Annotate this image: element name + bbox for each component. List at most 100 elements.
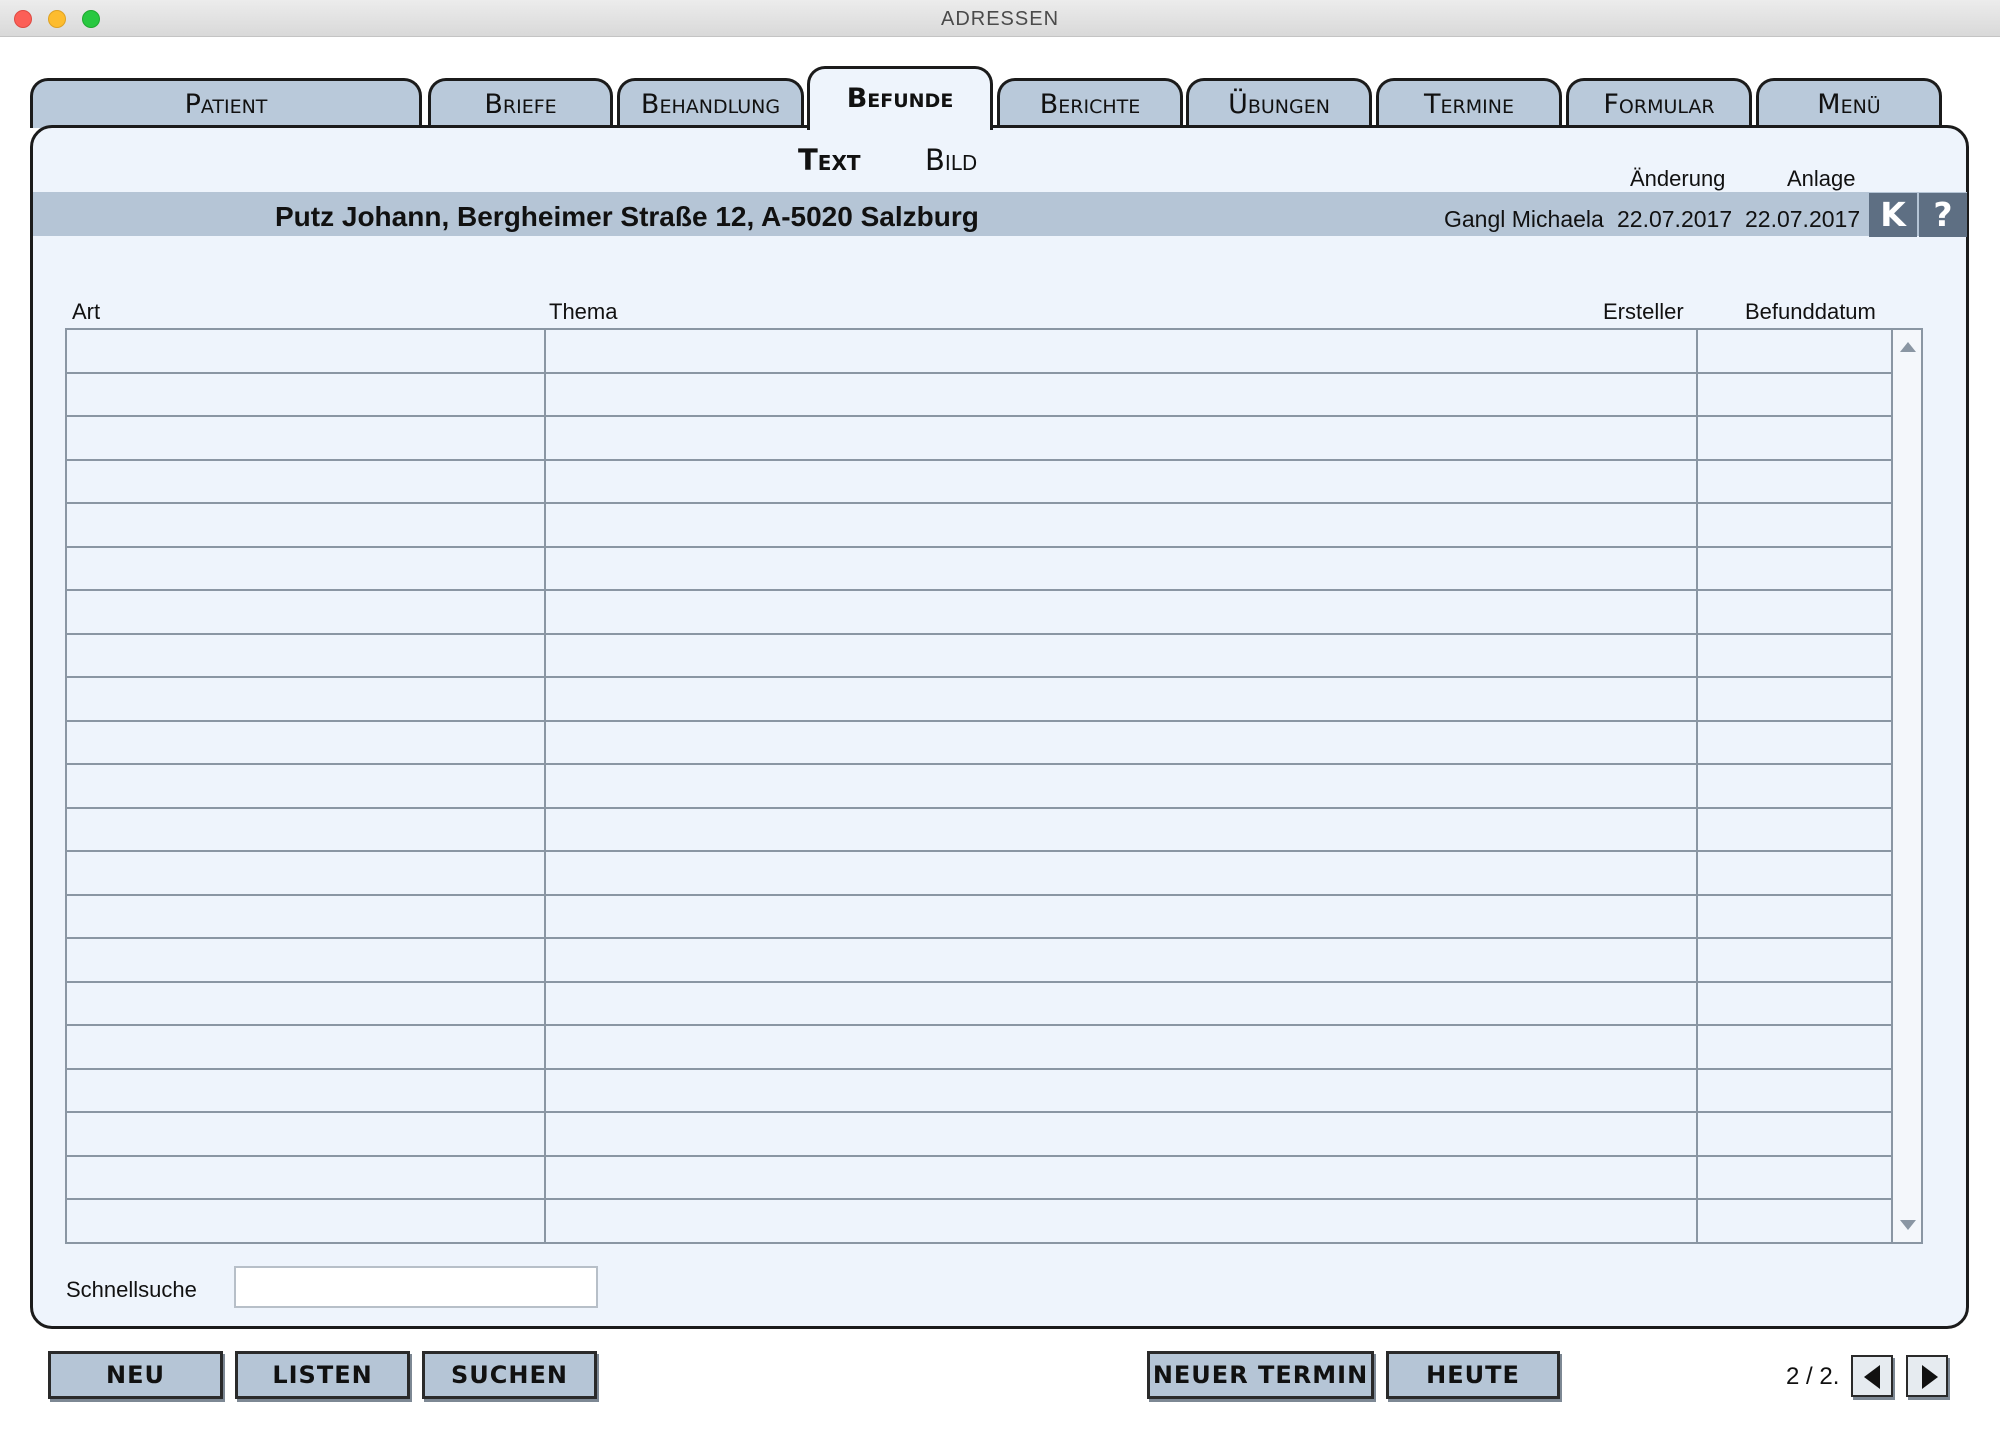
table-cell[interactable] [67, 1069, 546, 1111]
listen-button[interactable]: LISTEN [235, 1351, 410, 1399]
table-cell[interactable] [67, 721, 546, 763]
chevron-down-icon[interactable] [1900, 1220, 1916, 1230]
table-row[interactable] [67, 373, 1893, 417]
table-cell[interactable] [1698, 1157, 1893, 1199]
column-header-thema[interactable]: Thema [549, 299, 617, 325]
table-cell[interactable] [1698, 591, 1893, 633]
table-cell[interactable] [1698, 330, 1893, 372]
table-cell[interactable] [546, 808, 1698, 850]
table-row[interactable] [67, 547, 1893, 591]
tab-behandlung[interactable]: Behandlung [617, 78, 804, 128]
table-cell[interactable] [67, 1026, 546, 1068]
prev-page-button[interactable] [1851, 1355, 1893, 1397]
table-cell[interactable] [1698, 939, 1893, 981]
table-cell[interactable] [1698, 722, 1893, 764]
neu-button[interactable]: NEU [48, 1351, 223, 1399]
table-row[interactable] [67, 1069, 1893, 1113]
table-row[interactable] [67, 460, 1893, 504]
table-cell[interactable] [67, 852, 546, 894]
subtab-text[interactable]: Text [798, 143, 861, 177]
table-cell[interactable] [546, 982, 1698, 1024]
neuer-termin-button[interactable]: NEUER TERMIN [1147, 1351, 1374, 1399]
table-cell[interactable] [546, 634, 1698, 676]
table-row[interactable] [67, 417, 1893, 461]
table-row[interactable] [67, 591, 1893, 635]
table-cell[interactable] [1698, 417, 1893, 459]
suchen-button[interactable]: SUCHEN [422, 1351, 597, 1399]
tab-briefe[interactable]: Briefe [428, 78, 613, 128]
table-cell[interactable] [1698, 1200, 1893, 1242]
table-cell[interactable] [67, 678, 546, 720]
befunde-table[interactable] [65, 328, 1893, 1244]
table-cell[interactable] [546, 1026, 1698, 1068]
table-row[interactable] [67, 895, 1893, 939]
table-cell[interactable] [1698, 461, 1893, 503]
table-cell[interactable] [546, 373, 1698, 415]
table-cell[interactable] [67, 504, 546, 546]
table-cell[interactable] [67, 765, 546, 807]
tab-termine[interactable]: Termine [1376, 78, 1562, 128]
help-button[interactable]: ? [1919, 193, 1967, 237]
table-row[interactable] [67, 852, 1893, 896]
table-cell[interactable] [1698, 1070, 1893, 1112]
table-cell[interactable] [67, 1113, 546, 1155]
table-cell[interactable] [546, 678, 1698, 720]
next-page-button[interactable] [1906, 1355, 1948, 1397]
table-row[interactable] [67, 1200, 1893, 1244]
table-row[interactable] [67, 1026, 1893, 1070]
table-cell[interactable] [67, 1200, 546, 1242]
table-cell[interactable] [67, 330, 546, 372]
table-cell[interactable] [546, 547, 1698, 589]
table-cell[interactable] [1698, 374, 1893, 416]
table-row[interactable] [67, 634, 1893, 678]
table-cell[interactable] [1698, 809, 1893, 851]
schnellsuche-input[interactable] [234, 1266, 598, 1308]
table-cell[interactable] [546, 1156, 1698, 1198]
table-cell[interactable] [1698, 1026, 1893, 1068]
table-cell[interactable] [67, 1156, 546, 1198]
table-cell[interactable] [1698, 983, 1893, 1025]
tab-berichte[interactable]: Berichte [997, 78, 1183, 128]
table-row[interactable] [67, 678, 1893, 722]
table-scrollbar[interactable] [1893, 328, 1923, 1244]
table-row[interactable] [67, 504, 1893, 548]
table-cell[interactable] [546, 417, 1698, 459]
table-cell[interactable] [546, 765, 1698, 807]
table-cell[interactable] [67, 591, 546, 633]
table-cell[interactable] [67, 634, 546, 676]
table-cell[interactable] [546, 852, 1698, 894]
table-cell[interactable] [1698, 504, 1893, 546]
table-cell[interactable] [67, 982, 546, 1024]
tab-befunde[interactable]: Befunde [807, 66, 993, 130]
heute-button[interactable]: HEUTE [1386, 1351, 1560, 1399]
table-cell[interactable] [67, 808, 546, 850]
table-cell[interactable] [1698, 1113, 1893, 1155]
table-cell[interactable] [546, 504, 1698, 546]
table-cell[interactable] [1698, 635, 1893, 677]
table-cell[interactable] [1698, 896, 1893, 938]
table-cell[interactable] [546, 1113, 1698, 1155]
table-row[interactable] [67, 1113, 1893, 1157]
table-row[interactable] [67, 808, 1893, 852]
subtab-bild[interactable]: Bild [925, 143, 977, 177]
table-cell[interactable] [1698, 765, 1893, 807]
table-row[interactable] [67, 982, 1893, 1026]
column-header-befunddatum[interactable]: Befunddatum [1745, 299, 1876, 325]
tab-menue[interactable]: Menü [1756, 78, 1942, 128]
table-cell[interactable] [67, 460, 546, 502]
tab-patient[interactable]: Patient [30, 78, 422, 128]
table-cell[interactable] [546, 895, 1698, 937]
table-cell[interactable] [1698, 678, 1893, 720]
column-header-art[interactable]: Art [72, 299, 100, 325]
table-cell[interactable] [546, 591, 1698, 633]
table-cell[interactable] [546, 721, 1698, 763]
table-cell[interactable] [67, 373, 546, 415]
table-cell[interactable] [1698, 548, 1893, 590]
table-row[interactable] [67, 939, 1893, 983]
tab-uebungen[interactable]: Übungen [1186, 78, 1372, 128]
table-cell[interactable] [67, 895, 546, 937]
chevron-up-icon[interactable] [1900, 342, 1916, 352]
table-cell[interactable] [546, 1200, 1698, 1242]
table-row[interactable] [67, 721, 1893, 765]
table-row[interactable] [67, 1156, 1893, 1200]
